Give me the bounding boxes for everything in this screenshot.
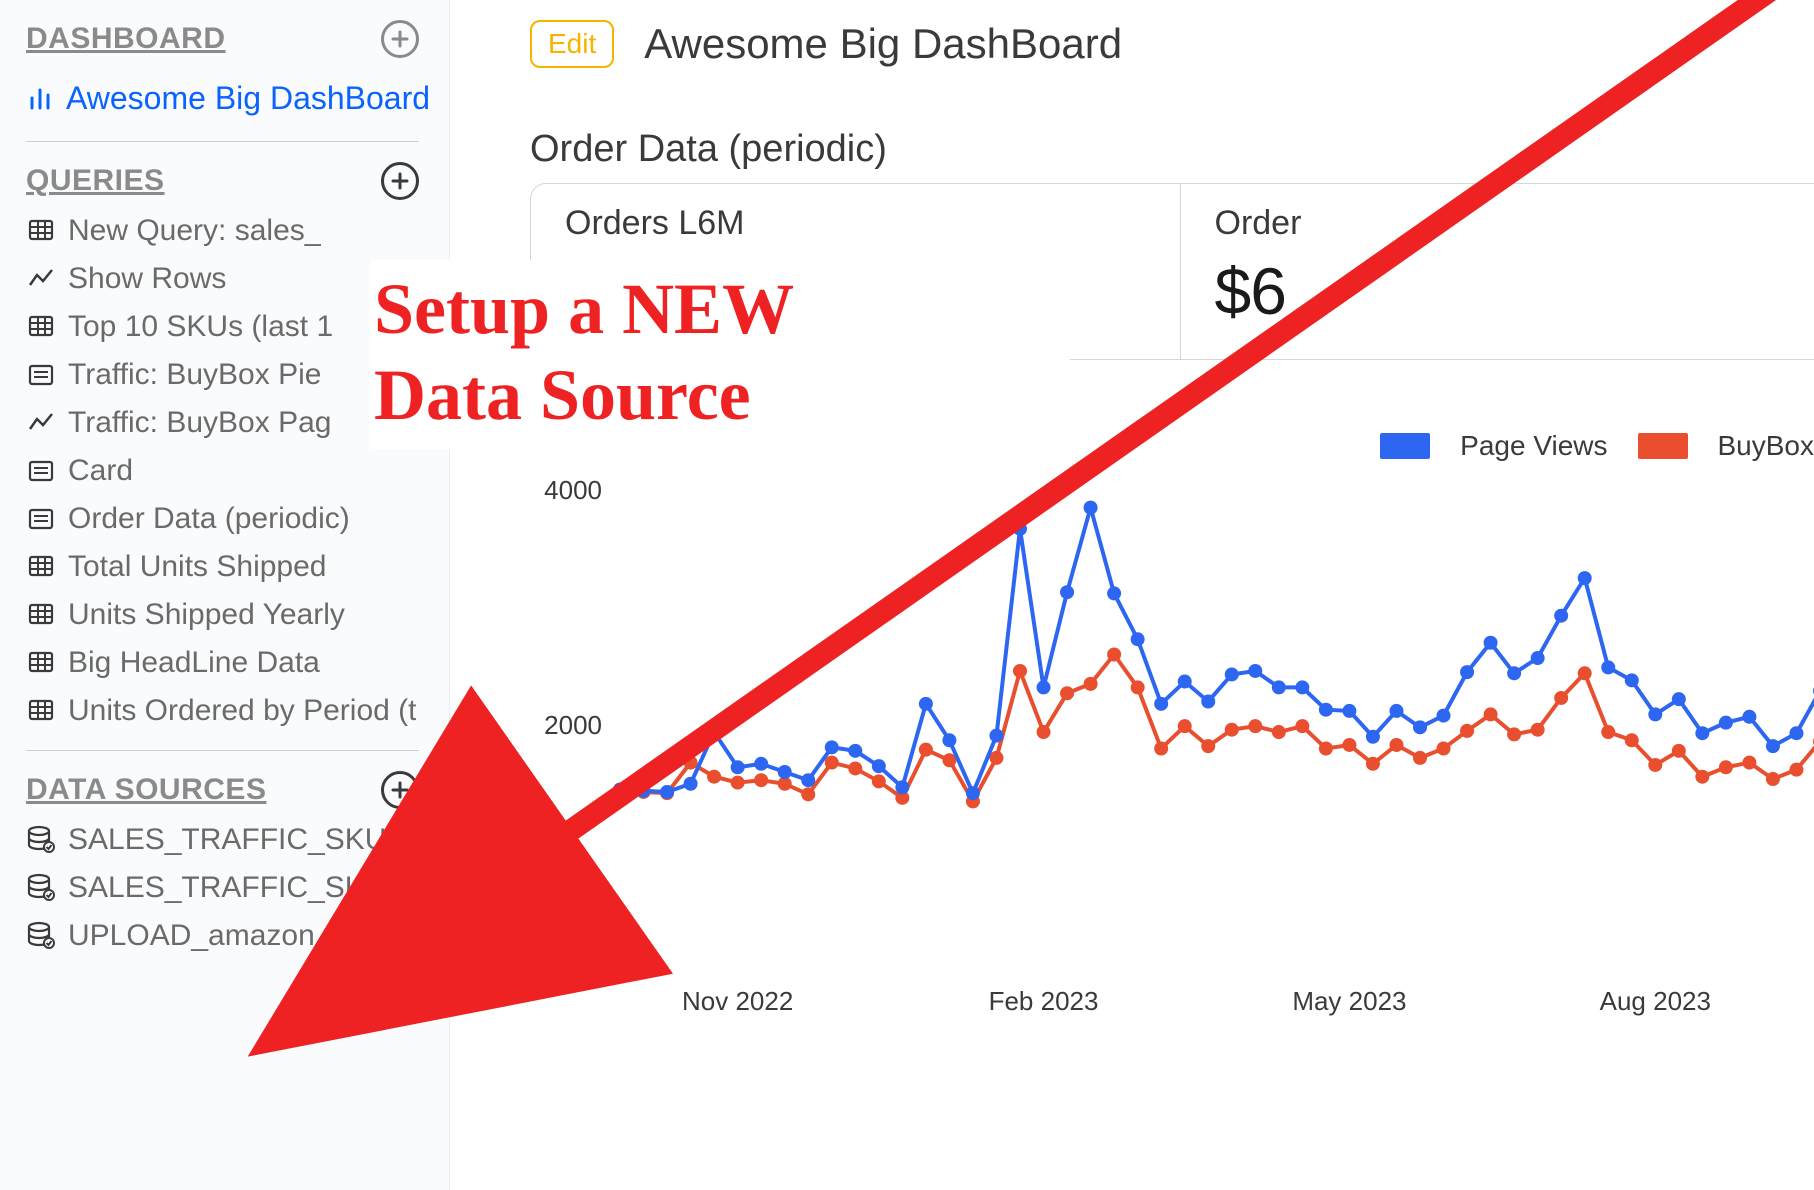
legend-label: Page Views (1460, 430, 1607, 462)
svg-text:Nov 2022: Nov 2022 (682, 986, 793, 1016)
data-source-item[interactable]: SALES_TRAFFIC_SKU_MO (26, 869, 449, 907)
query-item-label: New Query: sales_ (68, 214, 321, 248)
plus-icon (388, 169, 412, 193)
table-icon (26, 600, 56, 630)
data-source-item[interactable]: SALES_TRAFFIC_SKU_WE (26, 821, 449, 859)
query-item[interactable]: New Query: sales_ (26, 212, 449, 250)
svg-text:0: 0 (588, 945, 602, 975)
sidebar-item-label: Awesome Big DashBoard (66, 80, 430, 117)
panel-title: Order Data (periodic) (530, 128, 1814, 171)
bars-icon (26, 84, 56, 114)
data-sources-section: DATA SOURCES SALES_TRAFFIC_SKU_WE SALES_T… (26, 771, 449, 955)
kpi-label: Order (1215, 204, 1796, 243)
kpi-value: $6 (1215, 253, 1796, 329)
svg-text:Feb 2023: Feb 2023 (989, 986, 1099, 1016)
query-item-label: Units Ordered by Period (t (68, 694, 416, 728)
table-icon (26, 312, 56, 342)
table-icon (26, 696, 56, 726)
legend-swatch-buybox (1638, 433, 1688, 459)
queries-section-title: QUERIES (26, 164, 165, 198)
table-icon (26, 648, 56, 678)
query-item-label: Traffic: BuyBox Pag (68, 406, 331, 440)
card-icon (26, 456, 56, 486)
dashboard-title: Awesome Big DashBoard (644, 20, 1122, 68)
dashboard-section-title: DASHBOARD (26, 22, 226, 56)
data-source-label: SALES_TRAFFIC_SKU_MO (68, 871, 449, 905)
query-item-label: Show Rows (68, 262, 226, 296)
divider (26, 141, 419, 142)
data-source-label: SALES_TRAFFIC_SKU_WE (68, 823, 449, 857)
edit-button[interactable]: Edit (530, 20, 614, 68)
add-data-source-button[interactable] (381, 771, 419, 809)
svg-text:May 2023: May 2023 (1292, 986, 1406, 1016)
query-item[interactable]: Card (26, 452, 449, 490)
query-item-label: Total Units Shipped (68, 550, 327, 584)
query-item[interactable]: Total Units Shipped (26, 548, 449, 586)
database-icon (26, 921, 56, 951)
add-dashboard-button[interactable] (381, 20, 419, 58)
main-panel: Edit Awesome Big DashBoard Order Data (p… (450, 0, 1814, 1190)
queries-section: QUERIES New Query: sales_ Show Rows Top 10… (26, 162, 449, 751)
data-source-item[interactable]: UPLOAD_amazon_statem (26, 917, 449, 955)
divider (26, 750, 419, 751)
svg-text:4000: 4000 (544, 475, 602, 505)
query-item-label: Units Shipped Yearly (68, 598, 345, 632)
card-icon (26, 504, 56, 534)
chart-legend: Page Views BuyBox (1380, 430, 1814, 462)
annotation-text: Setup a NEW Data Source (370, 260, 1070, 449)
query-item[interactable]: Units Shipped Yearly (26, 596, 449, 634)
query-item[interactable]: Units Ordered by Period (t (26, 692, 449, 730)
legend-swatch-page-views (1380, 433, 1430, 459)
query-item-label: Big HeadLine Data (68, 646, 320, 680)
query-item[interactable]: Order Data (periodic) (26, 500, 449, 538)
table-icon (26, 216, 56, 246)
dashboard-section: DASHBOARD Awesome Big DashBoard (26, 20, 449, 142)
database-icon (26, 873, 56, 903)
traffic-line-chart[interactable]: 0 2000 4000 Nov 2022 Feb 2023 May 2023 Aug 202… (530, 430, 1814, 1030)
query-item-label: Order Data (periodic) (68, 502, 350, 536)
line-icon (26, 264, 56, 294)
chart-block: Page Views BuyBox 0 2000 4000 Nov 2022 Feb 2… (530, 430, 1814, 1030)
plus-icon (388, 778, 412, 802)
kpi-label: Orders L6M (565, 204, 1146, 243)
query-item[interactable]: Big HeadLine Data (26, 644, 449, 682)
svg-text:2000: 2000 (544, 710, 602, 740)
add-query-button[interactable] (381, 162, 419, 200)
sidebar-dashboard-item[interactable]: Awesome Big DashBoard (26, 70, 449, 137)
query-item-label: Traffic: BuyBox Pie (68, 358, 321, 392)
kpi-card[interactable]: Order $6 (1181, 184, 1814, 359)
query-item-label: Top 10 SKUs (last 1 (68, 310, 333, 344)
table-icon (26, 552, 56, 582)
plus-icon (388, 27, 412, 51)
database-icon (26, 825, 56, 855)
data-source-label: UPLOAD_amazon_statem (68, 919, 422, 953)
legend-label: BuyBox (1718, 430, 1814, 462)
query-item-label: Card (68, 454, 133, 488)
line-icon (26, 408, 56, 438)
card-icon (26, 360, 56, 390)
data-sources-section-title: DATA SOURCES (26, 773, 266, 807)
svg-text:Aug 2023: Aug 2023 (1600, 986, 1711, 1016)
sidebar: DASHBOARD Awesome Big DashBoard QUERIES … (0, 0, 450, 1190)
